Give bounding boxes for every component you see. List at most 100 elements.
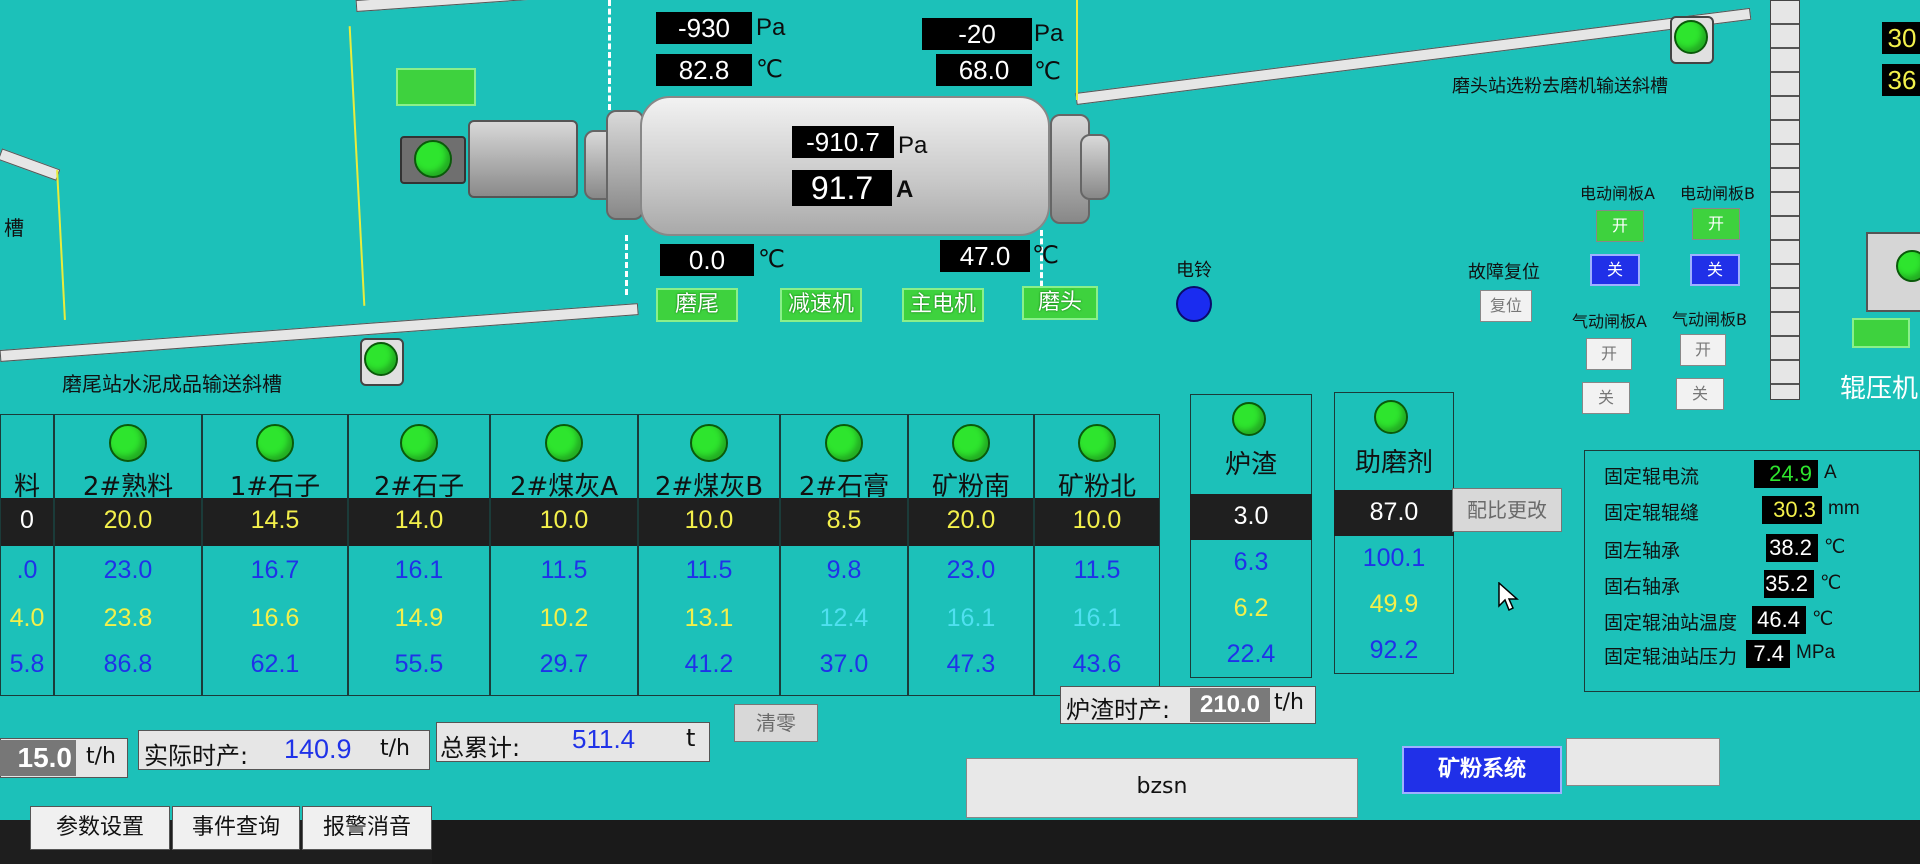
material-cell: 11.5 <box>1073 556 1121 584</box>
user-name: bzsn <box>1136 774 1188 799</box>
material-cell: 41.2 <box>684 650 734 678</box>
motor-run-lamp[interactable] <box>414 140 452 178</box>
total-label: 总累计: <box>440 734 521 762</box>
air-gate-b-close-button[interactable]: 关 <box>1676 378 1724 410</box>
material-cell[interactable]: 8.5 <box>780 506 908 535</box>
slag-value-2: 6.3 <box>1233 548 1269 576</box>
slag-rate-unit: t/h <box>1274 690 1304 715</box>
left-pressure-value: -930 <box>656 12 752 44</box>
elec-gate-b-close-button[interactable]: 关 <box>1690 254 1740 286</box>
bell-indicator[interactable] <box>1176 286 1212 322</box>
material-run-lamp[interactable] <box>690 424 728 462</box>
slag-value-1: 3.0 <box>1233 502 1269 530</box>
material-cell[interactable]: 14.5 <box>202 506 348 535</box>
material-cell: 86.8 <box>103 650 153 678</box>
material-run-lamp[interactable] <box>1078 424 1116 462</box>
tab-parameter-settings[interactable]: 参数设置 <box>30 806 170 850</box>
head-fan-lamp[interactable] <box>1674 20 1708 54</box>
material-run-lamp[interactable] <box>256 424 294 462</box>
tab-event-query[interactable]: 事件查询 <box>172 806 300 850</box>
left-cut-label: 槽 <box>4 216 24 240</box>
ball-mill <box>640 96 1050 236</box>
edge-value-1: 30 <box>1882 22 1920 54</box>
slag-run-lamp[interactable] <box>1232 402 1266 436</box>
air-gate-a-close-button[interactable]: 关 <box>1582 382 1630 414</box>
bottom-left-temp-unit: ℃ <box>758 246 785 273</box>
total-unit: t <box>686 724 696 752</box>
material-cell[interactable]: 10.0 <box>638 506 780 535</box>
roller-row-label: 固右轴承 <box>1604 576 1681 598</box>
air-gate-a-open-button[interactable]: 开 <box>1586 338 1632 370</box>
air-gate-b-open-button[interactable]: 开 <box>1680 334 1726 366</box>
material-cell: 47.3 <box>946 650 996 678</box>
reducer-button[interactable]: 减速机 <box>780 288 862 322</box>
right-temp-unit: ℃ <box>1034 58 1061 85</box>
right-temp-value: 68.0 <box>936 54 1032 86</box>
mill-pressure-value: -910.7 <box>792 126 894 158</box>
edge-value-2: 36 <box>1882 64 1920 96</box>
material-cell: 10.2 <box>539 604 589 632</box>
roller-row-label: 固定辊电流 <box>1604 466 1700 488</box>
reset-button[interactable]: 复位 <box>1480 290 1532 322</box>
roller-row-value: 35.2 <box>1764 570 1814 598</box>
material-cell: 5.8 <box>9 650 45 678</box>
material-cell[interactable]: 10.0 <box>1034 506 1160 535</box>
fault-reset-label: 故障复位 <box>1468 262 1540 283</box>
mill-tail-button[interactable]: 磨尾 <box>656 288 738 322</box>
material-cell[interactable]: 10.0 <box>490 506 638 535</box>
slag-rate-value: 210.0 <box>1190 688 1270 722</box>
mill-current-value: 91.7 <box>792 170 892 206</box>
aid-run-lamp[interactable] <box>1374 400 1408 434</box>
roller-press-lamp[interactable] <box>1896 250 1920 282</box>
total-value: 511.4 <box>572 724 636 754</box>
material-cell[interactable]: 14.0 <box>348 506 490 535</box>
material-cell: 16.1 <box>394 556 444 584</box>
left-rate-value: 15.0 <box>0 740 76 776</box>
material-cell: 12.4 <box>819 604 869 632</box>
material-run-lamp[interactable] <box>825 424 863 462</box>
air-gate-b-label: 气动闸板B <box>1672 310 1747 329</box>
tail-conveyor-slope <box>0 303 639 362</box>
material-cell[interactable]: 0 <box>0 506 54 535</box>
roller-row-unit: ℃ <box>1824 537 1846 558</box>
material-cell: 16.1 <box>946 604 996 632</box>
material-cell: 13.1 <box>684 604 734 632</box>
elec-gate-a-close-button[interactable]: 关 <box>1590 254 1640 286</box>
main-motor-button[interactable]: 主电机 <box>902 288 984 322</box>
material-cell: 23.0 <box>946 556 996 584</box>
actual-rate-value: 140.9 <box>284 734 352 764</box>
feed-dash <box>608 0 611 110</box>
material-cell: 43.6 <box>1072 650 1122 678</box>
material-cell: 11.5 <box>540 556 588 584</box>
system-button[interactable]: 矿粉系统 <box>1402 746 1562 794</box>
ratio-change-button[interactable]: 配比更改 <box>1452 488 1562 532</box>
material-cell[interactable]: 20.0 <box>54 506 202 535</box>
material-run-lamp[interactable] <box>109 424 147 462</box>
material-cell: 62.1 <box>250 650 300 678</box>
status-field-right <box>1566 738 1720 786</box>
left-temp-value: 82.8 <box>656 54 752 86</box>
roller-press-status-rect <box>1852 318 1910 348</box>
elec-gate-a-label: 电动闸板A <box>1580 184 1655 203</box>
slag-value-4: 22.4 <box>1226 640 1276 668</box>
material-cell[interactable]: 20.0 <box>908 506 1034 535</box>
tail-conveyor-label: 磨尾站水泥成品输送斜槽 <box>62 372 282 396</box>
roller-press-label: 辊压机 <box>1840 374 1919 404</box>
material-run-lamp[interactable] <box>952 424 990 462</box>
aid-value-1: 87.0 <box>1369 498 1419 526</box>
tab-alarm-mute[interactable]: 报警消音 <box>302 806 432 850</box>
mill-head-button[interactable]: 磨头 <box>1022 286 1098 320</box>
material-header: 2#煤灰B <box>654 472 764 502</box>
elec-gate-a-open-button[interactable]: 开 <box>1596 210 1644 242</box>
bottom-left-temp-value: 0.0 <box>660 244 754 276</box>
tail-fan-lamp[interactable] <box>364 342 398 376</box>
material-cell: 16.1 <box>1072 604 1122 632</box>
material-run-lamp[interactable] <box>545 424 583 462</box>
elec-gate-b-open-button[interactable]: 开 <box>1692 208 1740 240</box>
left-rate-unit: t/h <box>86 744 116 769</box>
material-run-lamp[interactable] <box>400 424 438 462</box>
right-pressure-unit: Pa <box>1034 20 1064 47</box>
clear-button[interactable]: 清零 <box>734 704 818 742</box>
roller-row-unit: ℃ <box>1812 609 1834 630</box>
material-cell: 16.6 <box>250 604 300 632</box>
